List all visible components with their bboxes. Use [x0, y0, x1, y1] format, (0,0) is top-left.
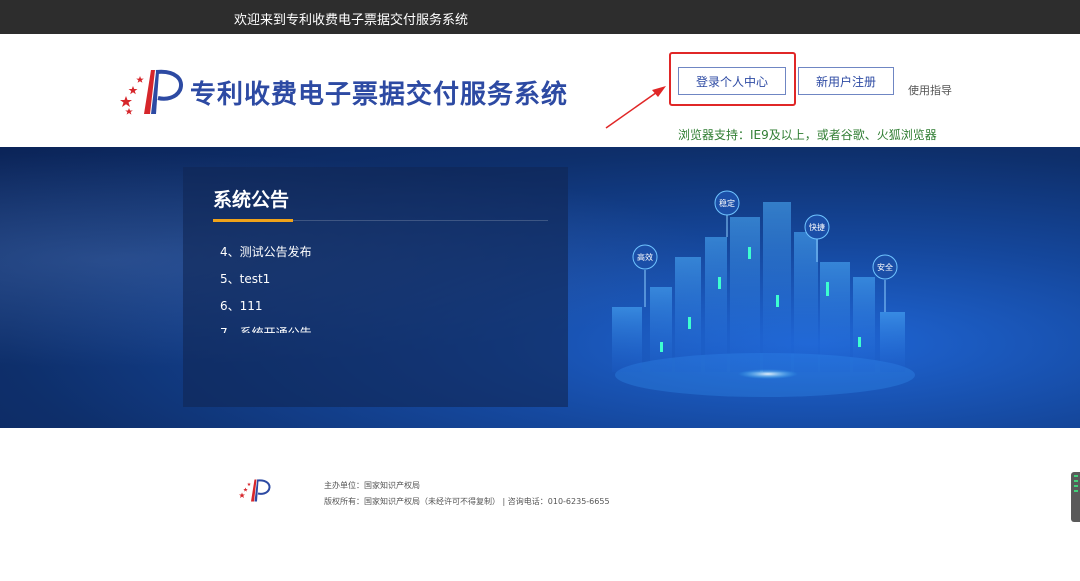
widget-indicator [1074, 480, 1078, 482]
notice-title: 系统公告 [213, 189, 290, 211]
widget-indicator [1074, 490, 1078, 492]
widget-indicator [1074, 475, 1078, 477]
hero-banner: 稳定 快捷 高效 安全 系统公告 4、测试公告发布 5、test1 6、111 … [0, 147, 1080, 428]
footer-copyright: 版权所有：国家知识产权局（未经许可不得复制） | 咨询电话：010-6235-6… [324, 497, 610, 506]
side-floating-widget[interactable] [1071, 472, 1080, 522]
tag-fast: 快捷 [809, 222, 825, 232]
notice-panel: 系统公告 4、测试公告发布 5、test1 6、111 7、系统开通公告 [183, 167, 568, 407]
user-guide-link[interactable]: 使用指导 [908, 82, 952, 98]
top-bar: 欢迎来到专利收费电子票据交付服务系统 [0, 0, 1080, 34]
logo-icon [120, 69, 183, 115]
tag-stable: 稳定 [719, 198, 735, 208]
header: 专利收费电子票据交付服务系统 登录个人中心 新用户注册 使用指导 浏览器支持：I… [0, 34, 1080, 147]
notice-item[interactable]: 6、111 [220, 297, 540, 324]
site-title: 专利收费电子票据交付服务系统 [190, 80, 569, 110]
welcome-text: 欢迎来到专利收费电子票据交付服务系统 [234, 13, 469, 28]
tag-secure: 安全 [877, 262, 893, 272]
notice-title-underline [213, 219, 293, 222]
register-button[interactable]: 新用户注册 [798, 67, 894, 95]
browser-support-note: 浏览器支持：IE9及以上，或者谷歌、火狐浏览器 [678, 128, 937, 142]
footer-organizer: 主办单位：国家知识产权局 [324, 481, 420, 490]
notice-item[interactable]: 7、系统开通公告 [220, 324, 540, 333]
footer-logo-icon [239, 479, 271, 502]
notice-list: 4、测试公告发布 5、test1 6、111 7、系统开通公告 [220, 243, 540, 333]
widget-indicator [1074, 485, 1078, 487]
annotation-arrow-icon [605, 86, 666, 129]
notice-divider [293, 220, 548, 221]
login-personal-center-button[interactable]: 登录个人中心 [678, 67, 786, 95]
tag-efficient: 高效 [637, 252, 653, 262]
notice-item[interactable]: 5、test1 [220, 270, 540, 297]
notice-item[interactable]: 4、测试公告发布 [220, 243, 540, 270]
city-illustration: 稳定 快捷 高效 安全 [612, 190, 915, 397]
